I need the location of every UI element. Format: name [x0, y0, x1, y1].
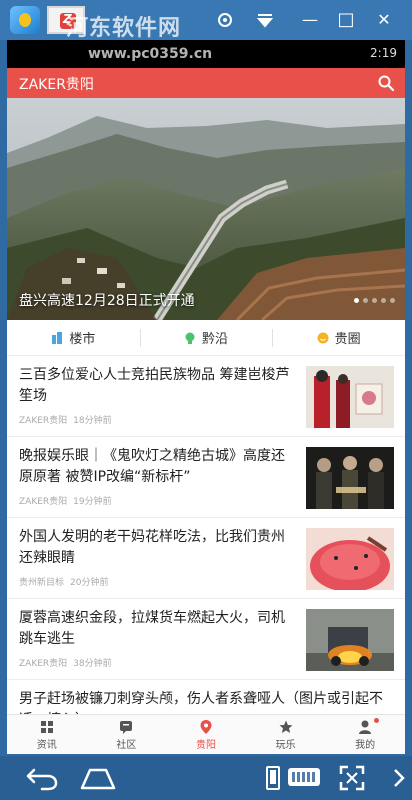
tab-guiyang[interactable]: 贵阳 [166, 715, 246, 754]
star-icon [279, 720, 293, 733]
category-loushi[interactable]: 楼市 [7, 320, 140, 355]
emulator-logo [10, 6, 40, 34]
tab-news[interactable]: 资讯 [7, 715, 87, 754]
news-feed: 三百多位爱心人士竞拍民族物品 筹建岜梭芦笙场 ZAKER贵阳 18分钟前 晚报娱乐… [7, 356, 405, 754]
pager-dot [354, 298, 359, 303]
news-time: 19分钟前 [73, 497, 112, 507]
settings-icon[interactable] [213, 8, 237, 32]
news-title: 三百多位爱心人士竞拍民族物品 筹建岜梭芦笙场 [19, 367, 290, 404]
hero-caption: 盘兴高速12月28日正式开通 [19, 293, 195, 309]
pager-dot [390, 298, 395, 303]
tab-community[interactable]: 社区 [87, 715, 167, 754]
news-meta: ZAKER贵阳 19分钟前 [19, 494, 112, 507]
notification-dot [374, 718, 380, 723]
dropdown-menu-icon[interactable] [253, 8, 277, 32]
hero-pager [354, 298, 395, 303]
news-time: 18分钟前 [73, 416, 112, 426]
news-source: ZAKER贵阳 [19, 416, 68, 426]
maximize-button[interactable]: □ [334, 8, 358, 32]
news-item[interactable]: 外国人发明的老干妈花样吃法，比我们贵州还辣眼睛 贵州新目标 20分钟前 [7, 518, 405, 599]
watermark-site-name: 河东软件网 [66, 16, 182, 41]
location-pin-icon [200, 720, 212, 734]
pager-dot [363, 298, 368, 303]
tab-label: 贵阳 [195, 740, 216, 751]
portrait-toggle-icon[interactable] [266, 766, 280, 790]
bulb-icon [185, 332, 195, 344]
tab-profile[interactable]: 我的 [325, 715, 405, 754]
back-icon[interactable] [24, 764, 60, 792]
news-item[interactable]: 三百多位爱心人士竞拍民族物品 筹建岜梭芦笙场 ZAKER贵阳 18分钟前 [7, 356, 405, 437]
news-item[interactable]: 厦蓉高速织金段，拉煤货车燃起大火，司机跳车逃生 ZAKER贵阳 38分钟前 [7, 599, 405, 680]
building-icon [52, 331, 63, 344]
grid-icon [40, 721, 53, 733]
tab-label: 社区 [116, 740, 137, 751]
status-time: 2:19 [370, 46, 397, 60]
bottom-tab-bar: 资讯 社区 贵阳 玩乐 我的 [7, 714, 405, 754]
hero-banner[interactable]: 盘兴高速12月28日正式开通 [7, 98, 405, 320]
phone-screen: 2:19 ZAKER贵阳 盘兴高速12月28日正式开通 楼市 黔沿 贵圈 三百多… [7, 40, 405, 754]
category-guiquan[interactable]: 贵圈 [272, 320, 405, 355]
news-title: 外国人发明的老干妈花样吃法，比我们贵州还辣眼睛 [19, 529, 285, 566]
category-label: 楼市 [69, 332, 96, 347]
profile-icon [359, 720, 372, 734]
category-label: 黔沿 [202, 332, 229, 347]
pager-dot [372, 298, 377, 303]
home-icon[interactable] [78, 764, 118, 792]
news-title: 晚报娱乐眼｜《鬼吹灯之精绝古城》高度还原原著 被赞IP改编“新标杆” [19, 448, 285, 485]
category-label: 贵圈 [334, 332, 361, 347]
tab-fun[interactable]: 玩乐 [246, 715, 326, 754]
minimize-button[interactable]: — [298, 8, 322, 32]
chevron-right-icon[interactable] [390, 764, 408, 792]
news-meta: ZAKER贵阳 18分钟前 [19, 413, 112, 426]
news-thumbnail [306, 447, 394, 509]
close-button[interactable]: ✕ [372, 8, 396, 32]
news-time: 20分钟前 [70, 578, 109, 588]
watermark-url: www.pc0359.cn [88, 46, 213, 62]
category-strip: 楼市 黔沿 贵圈 [7, 320, 405, 356]
emulator-titlebar: 河东软件网 — □ ✕ [0, 0, 412, 41]
smiley-icon [317, 332, 329, 343]
news-source: ZAKER贵阳 [19, 659, 68, 669]
community-icon [120, 721, 133, 734]
tab-label: 玩乐 [275, 740, 296, 751]
news-thumbnail [306, 528, 394, 590]
app-title: ZAKER贵阳 [19, 77, 94, 93]
keyboard-icon[interactable] [288, 768, 320, 786]
category-qianyan[interactable]: 黔沿 [139, 320, 273, 355]
news-source: 贵州新目标 [19, 578, 65, 588]
news-meta: 贵州新目标 20分钟前 [19, 575, 108, 588]
emulator-nav-bar [0, 756, 412, 800]
tab-label: 资讯 [36, 740, 57, 751]
app-bar: ZAKER贵阳 [7, 68, 405, 98]
news-thumbnail [306, 366, 394, 428]
fullscreen-icon[interactable] [338, 764, 366, 792]
news-source: ZAKER贵阳 [19, 497, 68, 507]
news-time: 38分钟前 [73, 659, 112, 669]
tab-label: 我的 [355, 740, 376, 751]
news-title: 厦蓉高速织金段，拉煤货车燃起大火，司机跳车逃生 [19, 610, 285, 647]
hero-image [7, 98, 405, 320]
news-meta: ZAKER贵阳 38分钟前 [19, 656, 112, 669]
news-thumbnail [306, 609, 394, 671]
search-icon[interactable] [377, 74, 395, 92]
news-item[interactable]: 晚报娱乐眼｜《鬼吹灯之精绝古城》高度还原原著 被赞IP改编“新标杆” ZAKER… [7, 437, 405, 518]
pager-dot [381, 298, 386, 303]
